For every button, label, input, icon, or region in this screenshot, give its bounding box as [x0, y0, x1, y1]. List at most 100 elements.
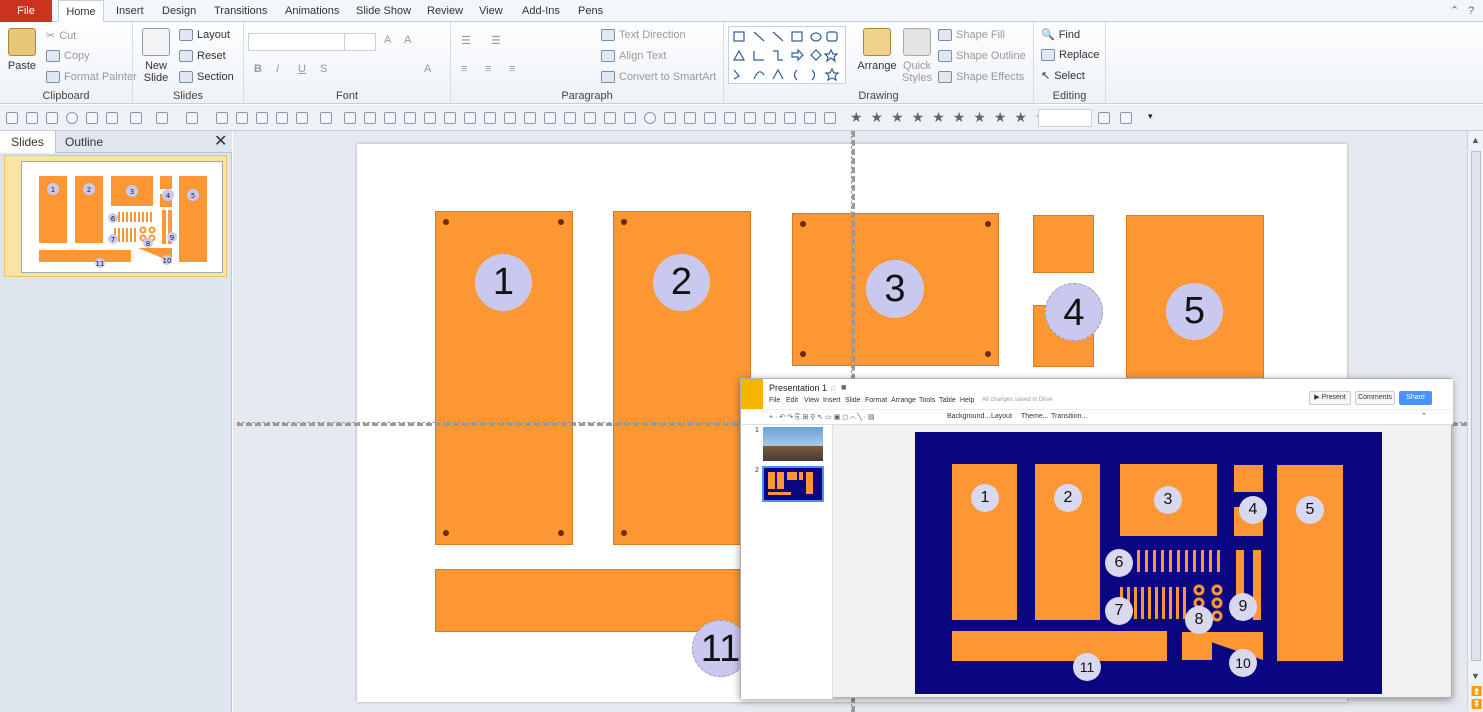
orange-panel-4a[interactable] — [1033, 215, 1094, 273]
help-tool-icon[interactable] — [1120, 112, 1132, 124]
format-painter-button[interactable]: Format Painter — [46, 71, 137, 83]
gslides-menu-format[interactable]: Format — [865, 397, 887, 404]
google-slides-screenshot[interactable]: Presentation 1 ☆ ■ File Edit View Insert… — [740, 378, 1453, 699]
shape-fill-button[interactable]: Shape Fill — [938, 29, 1005, 41]
gslides-background-button[interactable]: Background... — [947, 413, 990, 420]
outline-tab[interactable]: Outline — [58, 131, 110, 153]
gslides-theme-button[interactable]: Theme... — [1021, 413, 1049, 420]
convert-smartart-button[interactable]: Convert to SmartArt — [601, 71, 716, 83]
number-badge-2[interactable]: 2 — [653, 254, 710, 311]
align-middle-icon[interactable] — [464, 112, 476, 124]
number-badge-4[interactable]: 4 — [1045, 283, 1103, 341]
line-icon[interactable] — [86, 112, 98, 124]
grow-font-button[interactable]: A — [384, 34, 391, 46]
align-left-icon[interactable] — [256, 112, 268, 124]
tab-insert[interactable]: Insert — [116, 0, 144, 22]
gslides-menu-view[interactable]: View — [804, 397, 819, 404]
tab-view[interactable]: View — [479, 0, 503, 22]
toolbar-spin-input[interactable] — [1038, 109, 1092, 127]
arrange-button[interactable]: Arrange — [857, 28, 897, 72]
numbering-button[interactable]: ☰ — [491, 34, 501, 47]
shapes-gallery[interactable] — [728, 26, 846, 84]
align-left-button[interactable]: ≡ — [461, 63, 467, 75]
section-button[interactable]: Section — [179, 71, 234, 83]
gslides-menu-insert[interactable]: Insert — [823, 397, 841, 404]
gslides-menu-arrange[interactable]: Arrange — [891, 397, 916, 404]
gslides-menu-table[interactable]: Table — [939, 397, 956, 404]
gslides-menu-tools[interactable]: Tools — [919, 397, 935, 404]
gslides-menu-help[interactable]: Help — [960, 397, 974, 404]
cut-button[interactable]: ✂ Cut — [46, 29, 76, 43]
tab-animations[interactable]: Animations — [285, 0, 339, 22]
number-badge-1[interactable]: 1 — [475, 254, 532, 311]
effects-tool-icon[interactable] — [804, 112, 816, 124]
tab-pens[interactable]: Pens — [578, 0, 603, 22]
italic-button[interactable]: I — [276, 63, 279, 75]
align-top-icon[interactable] — [444, 112, 456, 124]
customize-toolbar-icon[interactable]: ▾ — [1148, 111, 1153, 122]
gslides-tool-icons[interactable]: + · ↶ ↷ ⎘ ⊞ ⚲ ↖ ▭ ▣ ◻ ⌒ ╲ · ▤ — [769, 413, 875, 422]
align-right-icon[interactable] — [296, 112, 308, 124]
find-button[interactable]: 🔍 Find — [1041, 28, 1080, 42]
number-badge-5[interactable]: 5 — [1166, 283, 1223, 340]
align-right-button[interactable]: ≡ — [509, 63, 515, 75]
line-color-icon[interactable] — [156, 112, 168, 124]
shadow-button[interactable]: S — [320, 63, 327, 75]
scroll-up-icon[interactable]: ▲ — [1471, 135, 1480, 145]
tab-review[interactable]: Review — [427, 0, 463, 22]
gslides-comments-button[interactable]: Comments — [1355, 391, 1395, 405]
gslides-menu-file[interactable]: File — [769, 397, 780, 404]
align-text-button[interactable]: Align Text — [601, 50, 667, 62]
oval-icon[interactable] — [66, 112, 78, 124]
distribute-h-icon[interactable] — [504, 112, 516, 124]
help-icon[interactable]: ? — [1468, 0, 1474, 22]
rotate-icon[interactable] — [424, 112, 436, 124]
reset-button[interactable]: Reset — [179, 50, 226, 62]
gslides-transition-button[interactable]: Transition... — [1051, 413, 1087, 420]
number-badge-3[interactable]: 3 — [866, 260, 924, 318]
gslides-present-button[interactable]: ▶ Present — [1309, 391, 1351, 405]
picture-tools-icon[interactable] — [1098, 112, 1110, 124]
slides-tab[interactable]: Slides — [0, 131, 56, 153]
gslides-thumbnail-1[interactable] — [763, 427, 823, 461]
quick-styles-button[interactable]: Quick Styles — [900, 28, 934, 84]
tab-slide-show[interactable]: Slide Show — [356, 0, 411, 22]
picture-icon[interactable] — [26, 112, 38, 124]
shape-effects-button[interactable]: Shape Effects — [938, 71, 1024, 83]
slide-thumbnail-selected[interactable]: 1 2 3 4 5 6 7 8 9 10 11 — [4, 155, 227, 277]
shape-outline-button[interactable]: Shape Outline — [938, 50, 1026, 62]
bold-button[interactable]: B — [254, 63, 262, 75]
align-center-icon[interactable] — [276, 112, 288, 124]
crop-icon[interactable] — [584, 112, 596, 124]
text-direction-button[interactable]: Text Direction — [601, 29, 686, 41]
scrollbar-thumb[interactable] — [1471, 151, 1481, 661]
gslides-slide[interactable]: 1 2 3 4 5 6 7 8 9 10 11 — [915, 432, 1382, 694]
collapse-icon[interactable]: ⌃ — [1421, 412, 1427, 420]
group-icon[interactable] — [320, 112, 332, 124]
fill-color-icon[interactable] — [130, 112, 142, 124]
font-size-input[interactable] — [344, 33, 376, 51]
edit-points-icon[interactable] — [684, 112, 696, 124]
align-bottom-icon[interactable] — [484, 112, 496, 124]
tab-transitions[interactable]: Transitions — [214, 0, 267, 22]
shadow-tool-icon[interactable] — [824, 112, 836, 124]
pen-icon[interactable] — [724, 112, 736, 124]
prev-slide-icon[interactable]: ⏫ — [1471, 686, 1482, 697]
send-backward-icon[interactable] — [364, 112, 376, 124]
send-back-icon[interactable] — [404, 112, 416, 124]
scroll-down-icon[interactable]: ▼ — [1471, 671, 1480, 681]
bullets-button[interactable]: ☰ — [461, 34, 471, 47]
color-picker-icon[interactable] — [784, 112, 796, 124]
highlighter-icon[interactable] — [744, 112, 756, 124]
eraser-icon[interactable] — [764, 112, 776, 124]
shape-icon[interactable] — [644, 112, 656, 124]
shrink-font-button[interactable]: A — [404, 34, 411, 46]
distribute-v-icon[interactable] — [524, 112, 536, 124]
font-color-icon[interactable] — [186, 112, 198, 124]
save-icon[interactable] — [6, 112, 18, 124]
gslides-layout-button[interactable]: Layout — [991, 413, 1012, 420]
vertical-scrollbar[interactable]: ▲ ▼ ⏫ ⏬ — [1467, 131, 1483, 712]
close-pane-icon[interactable]: ✕ — [214, 131, 227, 153]
gslides-menu-edit[interactable]: Edit — [786, 397, 798, 404]
minimize-ribbon-icon[interactable]: ⌃ — [1450, 0, 1459, 22]
